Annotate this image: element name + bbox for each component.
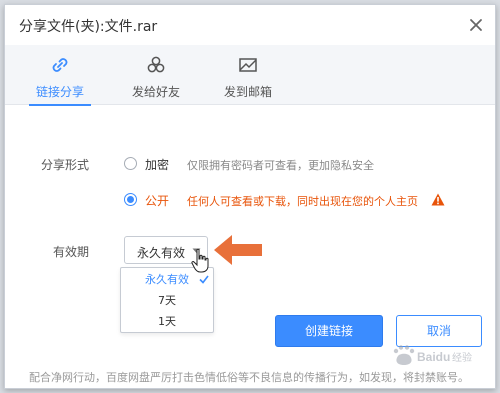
create-link-button[interactable]: 创建链接 bbox=[275, 315, 383, 347]
mail-icon bbox=[239, 58, 257, 72]
tab-send-to-email[interactable]: 发到邮箱 bbox=[203, 45, 293, 105]
link-icon bbox=[52, 58, 68, 72]
validity-selected-value: 永久有效 bbox=[137, 246, 186, 260]
close-icon bbox=[470, 19, 482, 31]
validity-label: 有效期 bbox=[53, 245, 90, 259]
hand-cursor-icon bbox=[191, 248, 209, 273]
footer-notice: 配合净网行动，百度网盘严厉打击色情低俗等不良信息的传播行为，如发现，将封禁账号。 bbox=[29, 371, 469, 384]
svg-text:经验: 经验 bbox=[452, 351, 472, 364]
tab-label: 链接分享 bbox=[35, 85, 84, 99]
active-tab-indicator bbox=[29, 104, 91, 106]
annotation-arrow-icon bbox=[214, 235, 262, 265]
share-form-label: 分享形式 bbox=[41, 158, 90, 172]
dropdown-option-label: 1天 bbox=[158, 315, 176, 328]
dropdown-option-label: 永久有效 bbox=[145, 273, 189, 286]
validity-dropdown: 永久有效 7天 1天 bbox=[120, 267, 214, 333]
dropdown-option-7-days[interactable]: 7天 bbox=[121, 291, 213, 311]
share-tabs: 链接分享 发给好友 发到邮箱 bbox=[5, 45, 495, 106]
radio-public[interactable] bbox=[124, 193, 137, 206]
option-encrypted-description: 仅限拥有密码者可查看，更加隐私安全 bbox=[187, 159, 374, 172]
option-public-description: 任何人可查看或下载，同时出现在您的个人主页 bbox=[187, 195, 418, 208]
tab-link-share[interactable]: 链接分享 bbox=[15, 45, 105, 106]
dropdown-option-label: 7天 bbox=[158, 294, 176, 307]
tab-send-to-friend[interactable]: 发给好友 bbox=[111, 45, 201, 105]
tab-label: 发到邮箱 bbox=[223, 85, 272, 99]
check-icon bbox=[199, 275, 209, 284]
friends-icon bbox=[147, 56, 165, 73]
warning-icon bbox=[431, 193, 445, 206]
close-button[interactable] bbox=[465, 14, 487, 36]
share-dialog: 分享文件(夹):文件.rar 链接分享 发给好友 发到邮箱 分享形式 加密 仅限… bbox=[4, 4, 496, 389]
title-bar: 分享文件(夹):文件.rar bbox=[5, 5, 495, 45]
option-encrypted-label[interactable]: 加密 bbox=[145, 156, 169, 173]
baidu-watermark-logo: Baidu 经验 bbox=[393, 345, 472, 365]
radio-encrypted[interactable] bbox=[124, 157, 137, 170]
dialog-title: 分享文件(夹):文件.rar bbox=[19, 19, 158, 35]
dropdown-option-1-day[interactable]: 1天 bbox=[121, 312, 213, 332]
tab-label: 发给好友 bbox=[131, 85, 180, 99]
svg-text:Baidu: Baidu bbox=[417, 350, 450, 364]
option-public-label[interactable]: 公开 bbox=[145, 192, 169, 209]
